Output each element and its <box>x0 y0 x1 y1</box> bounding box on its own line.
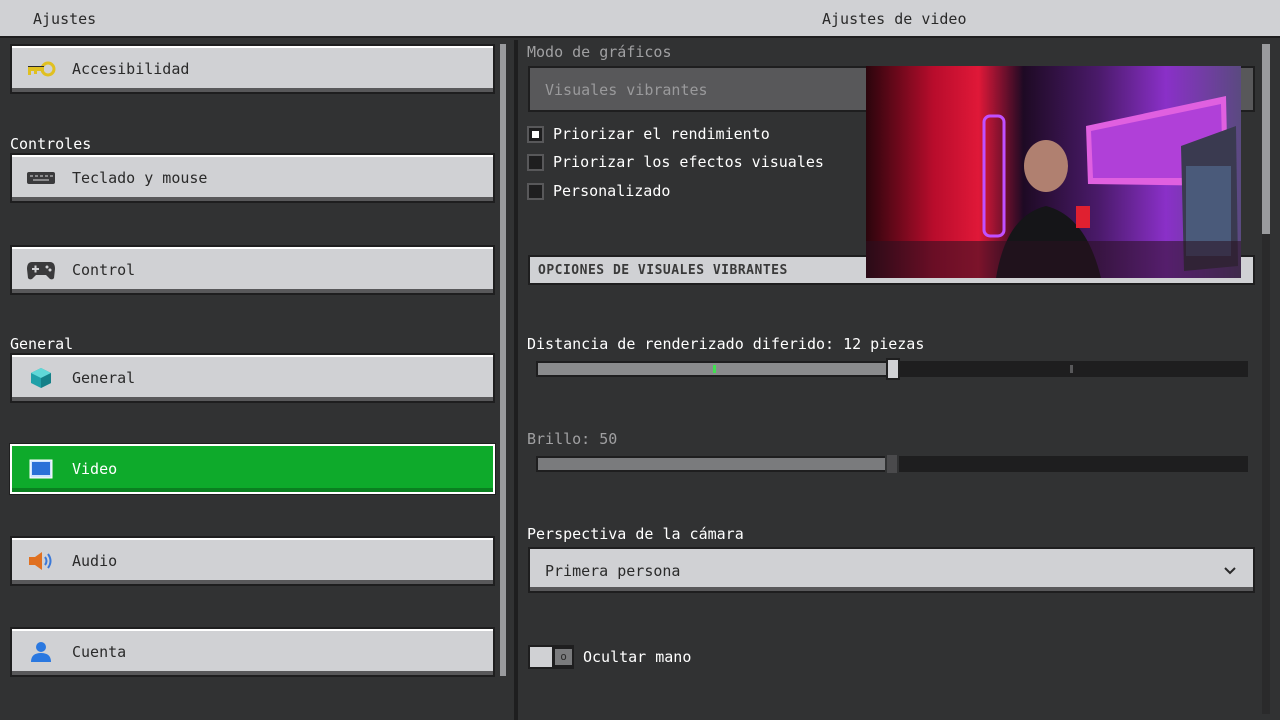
cube-icon <box>26 367 56 389</box>
radio-box[interactable] <box>527 154 544 171</box>
settings-title: Ajustes <box>33 10 97 28</box>
graphics-mode-value: Visuales vibrantes <box>545 81 708 99</box>
render-distance-slider[interactable] <box>536 358 1248 380</box>
section-header-text: OPCIONES DE VISUALES VIBRANTES <box>538 263 788 278</box>
option-label: Priorizar el rendimiento <box>553 125 770 143</box>
perspective-select[interactable]: Primera persona <box>528 547 1255 593</box>
section-label-controles: Controles <box>10 135 92 153</box>
monitor-icon <box>26 458 56 480</box>
section-label-general: General <box>10 335 74 353</box>
speaker-icon <box>26 550 56 572</box>
sidebar-item-control[interactable]: Control <box>10 245 495 295</box>
sidebar-item-label: Teclado y mouse <box>72 169 208 187</box>
keyboard-icon <box>26 167 56 189</box>
hide-hand-label: Ocultar mano <box>583 648 692 666</box>
sidebar-item-video[interactable]: Video <box>10 444 495 494</box>
sidebar-item-label: Video <box>72 460 118 478</box>
perspective-label: Perspectiva de la cámara <box>527 525 744 543</box>
sidebar-item-label: Accesibilidad <box>72 60 190 78</box>
sidebar-item-general[interactable]: General <box>10 353 495 403</box>
person-icon <box>26 641 56 663</box>
toggle-off-icon: o <box>555 649 572 665</box>
option-label: Personalizado <box>553 182 671 200</box>
webcam-overlay <box>866 66 1241 278</box>
perspective-value: Primera persona <box>545 562 681 580</box>
chevron-down-icon <box>1223 563 1237 577</box>
settings-scrollbar-thumb[interactable] <box>1262 44 1270 234</box>
option-label: Priorizar los efectos visuales <box>553 153 824 171</box>
key-icon <box>26 58 56 80</box>
sidebar-item-label: Control <box>72 261 136 279</box>
sidebar-item-audio[interactable]: Audio <box>10 536 495 586</box>
hide-hand-toggle[interactable]: o <box>528 645 574 669</box>
radio-box[interactable] <box>527 183 544 200</box>
render-distance-tick <box>1070 365 1073 373</box>
page-title: Ajustes de video <box>822 10 967 28</box>
toggle-knob <box>530 647 552 667</box>
sidebar-item-label: Cuenta <box>72 643 127 661</box>
top-bar: Ajustes Ajustes de video <box>0 0 1280 38</box>
sidebar-scrollbar[interactable] <box>500 44 506 676</box>
brightness-thumb[interactable] <box>885 453 899 475</box>
render-distance-label: Distancia de renderizado diferido: 12 pi… <box>527 335 925 353</box>
radio-box-checked[interactable] <box>527 126 544 143</box>
brightness-label: Brillo: 50 <box>527 430 618 448</box>
brightness-fill <box>538 458 885 470</box>
sidebar-item-teclado-mouse[interactable]: Teclado y mouse <box>10 153 495 203</box>
sidebar-item-cuenta[interactable]: Cuenta <box>10 627 495 677</box>
sidebar-item-accesibilidad[interactable]: Accesibilidad <box>10 44 495 94</box>
gamepad-icon <box>26 259 56 281</box>
render-distance-thumb[interactable] <box>886 358 900 380</box>
brightness-slider[interactable] <box>536 453 1248 475</box>
sidebar-item-label: General <box>72 369 136 387</box>
render-distance-tick <box>713 365 716 373</box>
graphics-mode-label: Modo de gráficos <box>527 43 672 61</box>
sidebar-item-label: Audio <box>72 552 118 570</box>
